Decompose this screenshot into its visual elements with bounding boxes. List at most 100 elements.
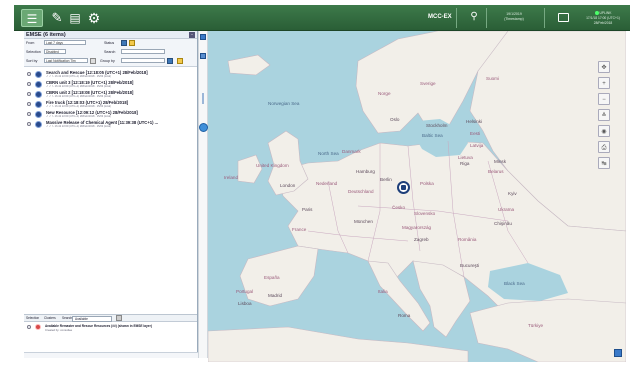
export-icon[interactable]: ↹ [598,157,610,169]
print-icon[interactable]: ⎙ [598,141,610,153]
event-subtitle: ↗ ↗ ↖ 16.42 22:09 (UTC+1) 28/Feb/2018 · … [46,75,111,78]
search-icon[interactable]: ⚲ [467,11,481,25]
date-readout: 19/1/2019 (Timestamp) [494,12,534,22]
map-label-country: Nederland [316,181,338,186]
group-apply-button[interactable] [167,58,173,64]
resource-icon [35,324,41,330]
map-label-city: Kyiv [508,191,517,196]
sort-direction-button[interactable] [90,58,96,64]
separator [486,8,487,28]
map-view[interactable]: Norwegian Sea North Sea Baltic Sea Black… [208,31,626,362]
map-label-city: Helsinki [466,119,483,124]
event-item[interactable]: Massive Release of Chemical Agent [11:39… [24,120,198,130]
from-select[interactable]: Last 7 days [44,40,86,45]
select-radio[interactable] [27,325,31,329]
filter-bar: From Last 7 days Status Selection Disabl… [24,39,197,67]
chart-icon[interactable]: ▤ [68,9,82,27]
measure-icon[interactable]: ≜ [598,109,610,121]
layer-icon[interactable] [200,53,206,59]
map-label-country: España [264,275,280,280]
map-label-country: Ireland [224,175,239,180]
select-radio[interactable] [27,102,31,106]
map-label-country: Sverige [420,81,436,86]
sort-select[interactable]: Last Notification Tim [44,58,88,63]
event-item[interactable]: Search and Rescue [12:18:05 (UTC+1) 28/F… [24,70,198,80]
zoom-in-icon[interactable]: + [598,77,610,89]
tab-search-button[interactable] [116,315,122,321]
status-filter-button[interactable] [121,40,127,46]
expand-icon[interactable] [200,34,206,40]
splitter[interactable] [198,31,208,358]
map-canvas [208,31,626,362]
map-label-city: Bucureşti [460,263,480,268]
globe-icon[interactable] [199,123,208,132]
map-label-city: Zagreb [414,237,429,242]
map-label-city: Chişinău [494,221,512,226]
event-subtitle: ↗ ↗ ↖ 16.42 22:09 (UTC+1) 28/Feb/2018 · … [46,95,111,98]
search-input[interactable] [121,49,165,54]
selection-select[interactable]: Disabled [44,49,66,54]
event-subtitle: ↗ ↗ ↖ 16.42 22:09 (UTC+1) 28/Feb/2018 · … [46,85,111,88]
select-radio[interactable] [27,72,31,76]
gear-icon[interactable]: ⚙ [86,9,102,27]
group-edit-button[interactable] [177,58,183,64]
map-label-country: Danmark [342,149,361,154]
map-label-country: Eesti [470,131,481,136]
event-item[interactable]: CBRN unit 2 [12:18:08 (UTC+1) 28/Feb/201… [24,90,198,100]
tab-search[interactable]: Search [62,316,72,321]
event-type-icon [35,101,42,108]
group-select[interactable] [121,58,165,63]
separator [456,8,457,28]
group-label: Group by [100,59,115,63]
event-item[interactable]: CBRN unit 3 [12:18:19 (UTC+1) 28/Feb/201… [24,80,198,90]
map-label-sea: Black Sea [504,281,525,286]
app-window: ☰ ✎ ▤ ⚙ MCC-EX ⚲ 19/1/2019 (Timestamp) U… [0,0,630,366]
pan-icon[interactable]: ✥ [598,61,610,73]
card-icon[interactable] [558,13,569,22]
splitter-handle[interactable] [202,93,204,104]
map-label-city: Madrid [268,293,283,298]
event-type-icon [35,71,42,78]
status-label: Status [104,41,115,45]
tab-selection[interactable]: Selection [26,316,39,321]
map-label-country: Česko [392,205,406,210]
map-label-city: Paris [302,207,313,212]
sort-label: Sort by [26,59,38,63]
event-type-icon [35,91,42,98]
map-label-country: România [458,237,477,242]
collapse-icon[interactable]: − [189,32,195,38]
pen-icon[interactable]: ✎ [50,9,64,27]
map-settings-icon[interactable] [614,349,622,357]
zoom-out-icon[interactable]: − [598,93,610,105]
status-label: UPLINK [599,11,612,15]
event-marker-icon[interactable] [397,181,410,194]
event-item[interactable]: Fire truck [12:18:03 (UTC+1) 28/Feb/2018… [24,100,198,110]
map-label-country: Latvija [470,143,484,148]
map-label-country: Lietuva [458,155,473,160]
map-label-country: Portugal [236,289,254,294]
menu-icon[interactable]: ☰ [21,9,43,27]
map-label-country: Belarus [488,169,504,174]
map-label-city: Hamburg [356,169,375,174]
panel-title: EMSE (6 items) [26,32,66,38]
map-label-city: Minsk [494,159,506,164]
select-radio[interactable] [27,92,31,96]
select-radio[interactable] [27,82,31,86]
map-label-country: Deutschland [348,189,374,194]
status-filter-warning-button[interactable] [129,40,135,46]
map-label-sea: North Sea [318,151,339,156]
map-label-sea: Baltic Sea [422,133,443,138]
map-label-country: Ukraïna [498,207,515,212]
select-radio[interactable] [27,112,31,116]
layers-icon[interactable]: ◉ [598,125,610,137]
event-item[interactable]: New Resource [12:09:12 (UTC+1) 28/Feb/20… [24,110,198,120]
map-label-country: Türkiye [528,323,544,328]
panel-footer [24,352,198,358]
tab-clusters[interactable]: Clusters [44,316,56,321]
status-dot-icon [594,11,599,16]
map-label-city: Berlin [380,177,392,182]
map-label-city: Lisboa [238,301,252,306]
map-label-country: United Kingdom [256,163,289,168]
map-label-city: Stockholm [426,123,448,128]
select-radio[interactable] [27,122,31,126]
